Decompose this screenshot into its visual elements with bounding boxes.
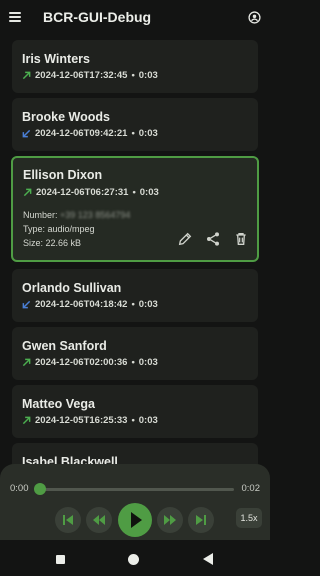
recording-meta: 2024-12-06T17:32:45 • 0:03 <box>22 70 158 81</box>
separator: • <box>131 357 135 368</box>
duration: 0:03 <box>138 299 158 310</box>
arrow-up-right-icon <box>22 416 31 425</box>
card-actions <box>177 231 249 247</box>
playback-speed-button[interactable]: 1.5x <box>236 508 262 528</box>
recording-meta: 2024-12-06T04:18:42 • 0:03 <box>22 299 158 310</box>
menu-icon[interactable] <box>9 12 21 22</box>
mime-type: audio/mpeg <box>47 224 95 234</box>
duration: 0:03 <box>138 70 158 81</box>
fast-forward-icon[interactable] <box>157 507 183 533</box>
account-circle-icon[interactable] <box>248 11 261 24</box>
skip-previous-icon[interactable] <box>55 507 81 533</box>
recording-card[interactable]: Iris Winters 2024-12-06T17:32:45 • 0:03 <box>12 40 258 93</box>
arrow-up-right-icon <box>22 358 31 367</box>
contact-name: Matteo Vega <box>22 397 95 411</box>
contact-name: Brooke Woods <box>22 110 110 124</box>
type-row: Type: audio/mpeg <box>23 224 95 234</box>
arrow-up-right-icon <box>23 188 32 197</box>
recording-card[interactable]: Matteo Vega 2024-12-05T16:25:33 • 0:03 <box>12 385 258 438</box>
number-row: Number: +39 123 8564794 <box>23 210 131 220</box>
recording-card[interactable]: Orlando Sullivan 2024-12-06T04:18:42 • 0… <box>12 269 258 322</box>
timestamp: 2024-12-06T04:18:42 <box>35 299 128 310</box>
home-button[interactable] <box>128 554 139 565</box>
back-button[interactable] <box>203 553 213 565</box>
current-time: 0:00 <box>10 483 29 494</box>
total-time: 0:02 <box>241 483 261 494</box>
recording-meta: 2024-12-06T09:42:21 • 0:03 <box>22 128 158 139</box>
playback-controls <box>55 502 227 538</box>
timestamp: 2024-12-05T16:25:33 <box>35 415 128 426</box>
arrow-down-left-icon <box>22 300 31 309</box>
recording-meta: 2024-12-06T06:27:31 • 0:03 <box>23 187 159 198</box>
rewind-icon[interactable] <box>86 507 112 533</box>
app-title: BCR-GUI-Debug <box>43 9 152 25</box>
pencil-icon[interactable] <box>177 231 193 247</box>
contact-name: Iris Winters <box>22 52 90 66</box>
recording-details: Number: +39 123 8564794 Type: audio/mpeg… <box>23 208 130 250</box>
separator: • <box>132 187 136 198</box>
duration: 0:03 <box>138 128 158 139</box>
recording-card[interactable]: Gwen Sanford 2024-12-06T02:00:36 • 0:03 <box>12 327 258 380</box>
skip-next-icon[interactable] <box>188 507 214 533</box>
trash-icon[interactable] <box>233 231 249 247</box>
size-row: Size: 22.66 kB <box>23 238 82 248</box>
separator: • <box>131 415 135 426</box>
seek-bar[interactable] <box>40 488 234 491</box>
play-icon[interactable] <box>118 503 152 537</box>
separator: • <box>131 128 135 139</box>
audio-player: 0:00 0:02 1.5x <box>0 464 270 540</box>
timestamp: 2024-12-06T09:42:21 <box>35 128 128 139</box>
contact-name: Orlando Sullivan <box>22 281 122 295</box>
timestamp: 2024-12-06T02:00:36 <box>35 357 128 368</box>
recents-button[interactable] <box>56 555 65 564</box>
recording-meta: 2024-12-05T16:25:33 • 0:03 <box>22 415 158 426</box>
arrow-up-right-icon <box>22 71 31 80</box>
arrow-down-left-icon <box>22 129 31 138</box>
separator: • <box>131 70 135 81</box>
recording-card[interactable]: Brooke Woods 2024-12-06T09:42:21 • 0:03 <box>12 98 258 151</box>
recording-meta: 2024-12-06T02:00:36 • 0:03 <box>22 357 158 368</box>
duration: 0:03 <box>138 415 158 426</box>
duration: 0:03 <box>139 187 159 198</box>
share-icon[interactable] <box>205 231 221 247</box>
timestamp: 2024-12-06T06:27:31 <box>36 187 129 198</box>
contact-name: Ellison Dixon <box>23 168 103 182</box>
seek-thumb[interactable] <box>34 483 46 495</box>
contact-name: Gwen Sanford <box>22 339 107 353</box>
timestamp: 2024-12-06T17:32:45 <box>35 70 128 81</box>
separator: • <box>131 299 135 310</box>
system-nav-bar <box>0 540 270 576</box>
recording-card-expanded[interactable]: Ellison Dixon 2024-12-06T06:27:31 • 0:03… <box>11 156 259 262</box>
duration: 0:03 <box>138 357 158 368</box>
phone-number: +39 123 8564794 <box>60 210 131 220</box>
app-bar: BCR-GUI-Debug <box>0 0 270 34</box>
file-size: 22.66 kB <box>45 238 82 248</box>
